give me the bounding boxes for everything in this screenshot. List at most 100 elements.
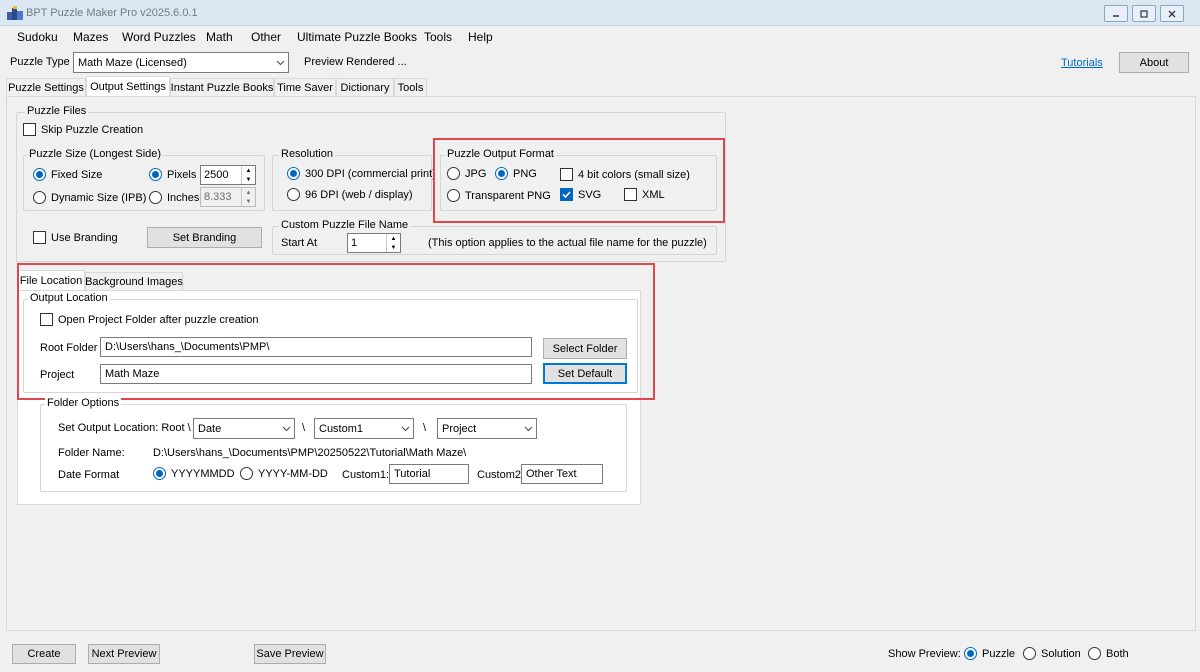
open-project-folder-checkbox[interactable]: Open Project Folder after puzzle creatio… xyxy=(40,313,259,326)
custom2-input[interactable]: Other Text xyxy=(521,464,603,484)
about-button[interactable]: About xyxy=(1119,52,1189,73)
skip-puzzle-creation-checkbox[interactable]: Skip Puzzle Creation xyxy=(23,123,143,136)
tab-background-images[interactable]: Background Images xyxy=(85,272,183,291)
jpg-radio[interactable]: JPG xyxy=(447,167,486,180)
transparent-png-radio[interactable]: Transparent PNG xyxy=(447,189,551,202)
down-arrow-icon[interactable]: ▼ xyxy=(242,175,255,184)
show-preview-label: Show Preview: xyxy=(888,648,961,660)
preview-both-radio[interactable]: Both xyxy=(1088,647,1129,660)
folder-option-1-select[interactable]: Date xyxy=(193,418,295,439)
save-preview-button[interactable]: Save Preview xyxy=(254,644,326,664)
tab-time-saver[interactable]: Time Saver xyxy=(274,78,336,97)
tab-tools[interactable]: Tools xyxy=(394,78,427,97)
preview-puzzle-radio[interactable]: Puzzle xyxy=(964,647,1015,660)
folder-option-3-select[interactable]: Project xyxy=(437,418,537,439)
tutorials-link[interactable]: Tutorials xyxy=(1061,57,1103,69)
fixed-size-radio[interactable]: Fixed Size xyxy=(33,168,102,181)
use-branding-checkbox[interactable]: Use Branding xyxy=(33,231,118,244)
output-format-title: Puzzle Output Format xyxy=(445,148,556,160)
checkbox-box xyxy=(560,168,573,181)
folder-name-value: D:\Users\hans_\Documents\PMP\20250522\Tu… xyxy=(153,447,467,459)
app-icon xyxy=(7,6,23,20)
pixels-value: 2500 xyxy=(204,169,229,181)
radio-dot xyxy=(447,189,460,202)
preview-solution-label: Solution xyxy=(1041,647,1081,660)
tab-instant-puzzle-books[interactable]: Instant Puzzle Books xyxy=(170,78,274,97)
menu-sudoku[interactable]: Sudoku xyxy=(17,30,58,44)
minimize-icon xyxy=(1113,14,1119,17)
tab-dictionary[interactable]: Dictionary xyxy=(336,78,394,97)
dpi-96-label: 96 DPI (web / display) xyxy=(305,188,413,201)
up-arrow-icon[interactable]: ▲ xyxy=(242,188,255,197)
menu-tools[interactable]: Tools xyxy=(424,30,452,44)
select-folder-button[interactable]: Select Folder xyxy=(543,338,627,359)
start-at-value: 1 xyxy=(351,237,358,249)
dpi-96-radio[interactable]: 96 DPI (web / display) xyxy=(287,188,413,201)
up-arrow-icon[interactable]: ▲ xyxy=(242,166,255,175)
puzzle-type-value: Math Maze (Licensed) xyxy=(78,56,187,69)
pixels-radio[interactable]: Pixels xyxy=(149,168,196,181)
chevron-down-icon xyxy=(272,53,288,72)
root-folder-input[interactable]: D:\Users\hans_\Documents\PMP\ xyxy=(100,337,532,357)
four-bit-colors-checkbox[interactable]: 4 bit colors (small size) xyxy=(560,168,690,181)
checkbox-box xyxy=(624,188,637,201)
checkmark-icon xyxy=(562,191,571,199)
pixels-stepper[interactable]: 2500 ▲ ▼ xyxy=(200,165,256,185)
puzzle-type-label: Puzzle Type xyxy=(10,56,70,68)
project-input[interactable]: Math Maze xyxy=(100,364,532,384)
menu-other[interactable]: Other xyxy=(251,30,281,44)
down-arrow-icon[interactable]: ▼ xyxy=(242,197,255,206)
menu-word-puzzles[interactable]: Word Puzzles xyxy=(122,30,196,44)
png-radio[interactable]: PNG xyxy=(495,167,537,180)
create-button[interactable]: Create xyxy=(12,644,76,664)
path-separator: \ xyxy=(302,422,306,434)
next-preview-button[interactable]: Next Preview xyxy=(88,644,160,664)
pixels-label: Pixels xyxy=(167,168,197,181)
root-folder-label: Root Folder xyxy=(40,342,98,354)
main-tab-strip: Puzzle Settings Output Settings Instant … xyxy=(6,76,1196,97)
fixed-size-label: Fixed Size xyxy=(51,168,103,181)
radio-dot xyxy=(33,168,46,181)
radio-dot xyxy=(447,167,460,180)
chevron-down-icon xyxy=(520,419,536,438)
use-branding-label: Use Branding xyxy=(51,231,118,244)
folder-option-2-select[interactable]: Custom1 xyxy=(314,418,414,439)
menu-ultimate-puzzle-books[interactable]: Ultimate Puzzle Books xyxy=(297,30,417,44)
up-arrow-icon[interactable]: ▲ xyxy=(387,234,400,243)
tab-output-settings[interactable]: Output Settings xyxy=(86,76,170,97)
png-label: PNG xyxy=(513,167,537,180)
start-at-stepper[interactable]: 1 ▲ ▼ xyxy=(347,233,401,253)
maximize-button[interactable] xyxy=(1132,5,1156,22)
svg-checkbox[interactable]: SVG xyxy=(560,188,601,201)
date-format-yyyymmdd-radio[interactable]: YYYYMMDD xyxy=(153,467,235,480)
set-default-button[interactable]: Set Default xyxy=(543,363,627,384)
menu-math[interactable]: Math xyxy=(206,30,233,44)
close-button[interactable] xyxy=(1160,5,1184,22)
down-arrow-icon[interactable]: ▼ xyxy=(387,243,400,252)
window-title: BPT Puzzle Maker Pro v2025.6.0.1 xyxy=(26,7,198,19)
jpg-label: JPG xyxy=(465,167,487,180)
tab-file-location[interactable]: File Location xyxy=(17,270,85,291)
custom1-input[interactable]: Tutorial xyxy=(389,464,469,484)
date-format-dashed-radio[interactable]: YYYY-MM-DD xyxy=(240,467,328,480)
tab-puzzle-settings[interactable]: Puzzle Settings xyxy=(6,78,86,97)
preview-solution-radio[interactable]: Solution xyxy=(1023,647,1081,660)
sub-tab-strip: File Location Background Images xyxy=(17,270,647,291)
dynamic-size-radio[interactable]: Dynamic Size (IPB) xyxy=(33,191,146,204)
set-branding-button[interactable]: Set Branding xyxy=(147,227,262,248)
custom2-label: Custom2: xyxy=(477,469,525,481)
project-label: Project xyxy=(40,369,75,381)
minimize-button[interactable] xyxy=(1104,5,1128,22)
four-bit-colors-label: 4 bit colors (small size) xyxy=(578,168,690,181)
xml-checkbox[interactable]: XML xyxy=(624,188,665,201)
radio-dot xyxy=(495,167,508,180)
resolution-title: Resolution xyxy=(279,148,335,160)
dpi-300-radio[interactable]: 300 DPI (commercial print) xyxy=(287,167,436,180)
chevron-down-icon xyxy=(278,419,294,438)
menu-mazes[interactable]: Mazes xyxy=(73,30,108,44)
folder-name-label: Folder Name: xyxy=(58,447,125,459)
puzzle-type-select[interactable]: Math Maze (Licensed) xyxy=(73,52,289,73)
inches-radio[interactable]: Inches xyxy=(149,191,199,204)
menu-help[interactable]: Help xyxy=(468,30,493,44)
inches-stepper[interactable]: 8.333 ▲ ▼ xyxy=(200,187,256,207)
